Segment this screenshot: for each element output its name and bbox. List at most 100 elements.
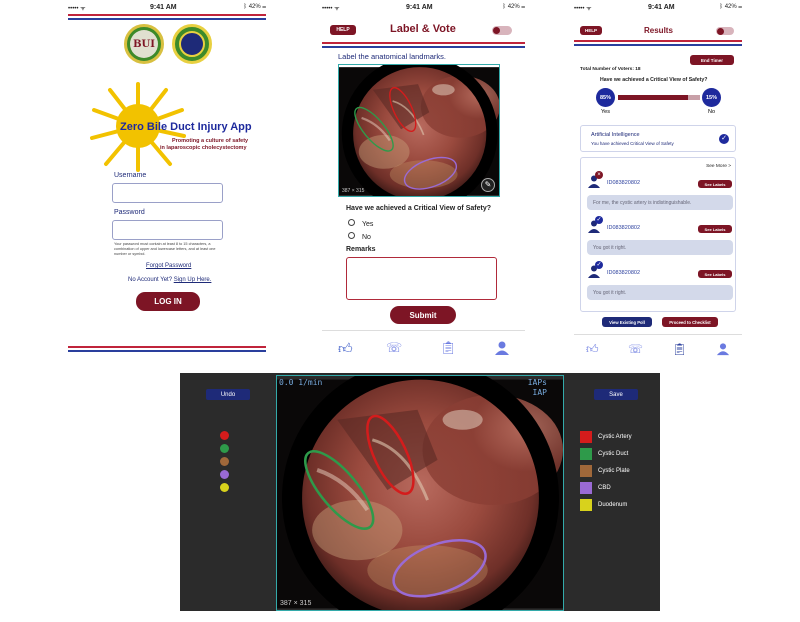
color-dot-cystic-artery[interactable] [220,431,229,440]
yes-percent-badge: 85% [596,88,615,107]
voter-avatar: × [587,171,603,188]
voter-comment: You got it right. [587,285,733,300]
password-input[interactable] [112,220,223,240]
battery-percent: 42% [507,4,520,10]
option-yes[interactable]: Yes [348,219,373,228]
legend-swatch [580,499,592,511]
status-time: 9:41 AM [150,4,177,11]
battery-indicator: ᛒ 42% ▭ [502,4,525,10]
see-labels-button[interactable]: See Labels [698,225,732,233]
password-label: Password [114,209,145,216]
carrier-signal: ••••• ᯤ [322,6,340,12]
see-labels-button[interactable]: See Labels [698,180,732,188]
like-icon[interactable]: 👍︎ [586,342,602,358]
legend-swatch [580,465,592,477]
correct-check-icon: ✓ [595,216,603,224]
call-icon[interactable]: ☏ [386,340,402,356]
overlay-flow: 0.0 1/min [279,378,323,387]
results-screen: ••••• ᯤ 9:41 AM ᛒ 42% ▭ HELP Results End… [574,0,742,360]
overlay-iap: IAP [532,388,547,397]
legend-label: Duodenum [598,502,628,508]
image-size-label: 387 × 315 [280,600,312,607]
user-icon[interactable] [494,340,510,356]
status-bar: ••••• ᯤ 9:41 AM ᛒ 42% ▭ [574,2,742,14]
status-time: 9:41 AM [648,4,675,11]
bui-logo-text: BUI [130,30,158,58]
ai-title: Artificial Intelligence [591,132,640,138]
vote-bar-yes-fill [618,95,688,100]
mode-toggle[interactable] [716,27,734,35]
no-percent-badge: 15% [702,88,721,107]
voter-id: ID083820802 [607,225,641,231]
flag-stripes [574,40,742,46]
label-vote-screen: ••••• ᯤ 9:41 AM ᛒ 42% ▭ HELP Label & Vot… [322,0,525,360]
color-dot-duodenum[interactable] [220,483,229,492]
see-labels-button[interactable]: See Labels [698,270,732,278]
sign-up-link[interactable]: Sign Up Here. [174,277,212,283]
option-no-label: No [361,234,371,241]
battery-percent: 42% [248,4,261,10]
bui-logo: BUI [124,24,164,64]
forgot-password-link[interactable]: Forgot Password [146,263,191,269]
mode-toggle[interactable] [492,26,512,35]
remarks-textarea[interactable] [346,257,497,300]
radio-no[interactable] [348,232,355,239]
voter-comment: You got it right. [587,240,733,255]
call-icon[interactable]: ☏ [628,342,644,358]
votes-panel: See More > × ID083820802 See Labels For … [580,157,736,312]
see-more-link[interactable]: See More > [706,164,731,169]
voter-id: ID083820802 [607,180,641,186]
color-dot-cystic-plate[interactable] [220,457,229,466]
submit-button[interactable]: Submit [390,306,456,324]
ai-card[interactable]: Artificial Intelligence You have achieve… [580,125,736,152]
help-button[interactable]: HELP [330,25,356,35]
end-timer-button[interactable]: End Timer [690,55,734,65]
color-dot-cbd[interactable] [220,470,229,479]
username-label: Username [114,172,147,179]
radio-yes[interactable] [348,219,355,226]
username-input[interactable] [112,183,223,203]
clipboard-icon[interactable]: 📋︎ [440,340,457,356]
color-palette [220,431,232,511]
page-title: Label & Vote [390,23,456,35]
edit-pencil-icon[interactable]: ✎ [481,178,495,192]
cvs-question: Have we achieved a Critical View of Safe… [600,77,708,83]
no-label: No [708,109,716,115]
user-icon[interactable] [716,342,732,358]
bottom-nav-divider [322,330,525,331]
cvs-question: Have we achieved a Critical View of Safe… [346,205,491,212]
password-hint: Your password must contain at least 8 to… [114,242,216,256]
annotation-canvas[interactable]: 0.0 1/min IAPs IAP 387 × 315 [276,375,564,611]
legend-label: Cystic Duct [598,451,629,457]
help-button[interactable]: HELP [580,26,602,35]
option-no[interactable]: No [348,232,371,241]
app-title: Zero Bile Duct Injury App [120,121,252,133]
total-voters: Total Number of Voters: 18 [580,67,641,72]
voter-avatar: ✓ [587,261,603,278]
carrier-signal: ••••• ᯤ [68,6,86,12]
login-button[interactable]: LOG IN [136,292,200,311]
yes-label: Yes [601,109,610,115]
color-dot-cystic-duct[interactable] [220,444,229,453]
voter-avatar: ✓ [587,216,603,233]
clipboard-icon[interactable]: 📋︎ [672,342,688,358]
correct-check-icon: ✓ [595,261,603,269]
wrong-x-icon: × [595,171,603,179]
legend-label: Cystic Plate [598,468,630,474]
ai-text: You have achieved Critical View of Safet… [591,141,674,146]
view-existing-poll-button[interactable]: View Existing Poll [602,317,652,327]
save-button[interactable]: Save [594,389,638,400]
legend-label: CBD [598,485,611,491]
labeled-surgical-image[interactable]: 387 × 315 ✎ [338,64,500,197]
overlay-iaps: IAPs [527,378,547,387]
page-title: Results [644,26,673,35]
legend-swatch [580,448,592,460]
status-bar: ••••• ᯤ 9:41 AM ᛒ 42% ▭ [68,2,266,14]
society-seal-logo [172,24,212,64]
like-icon[interactable]: 👍︎ [338,340,354,356]
proceed-checklist-button[interactable]: Proceed to Checklist [662,317,718,327]
instruction-text: Label the anatomical landmarks. [338,52,446,61]
legend-swatch [580,431,592,443]
carrier-signal: ••••• ᯤ [574,6,592,12]
undo-button[interactable]: Undo [206,389,250,400]
